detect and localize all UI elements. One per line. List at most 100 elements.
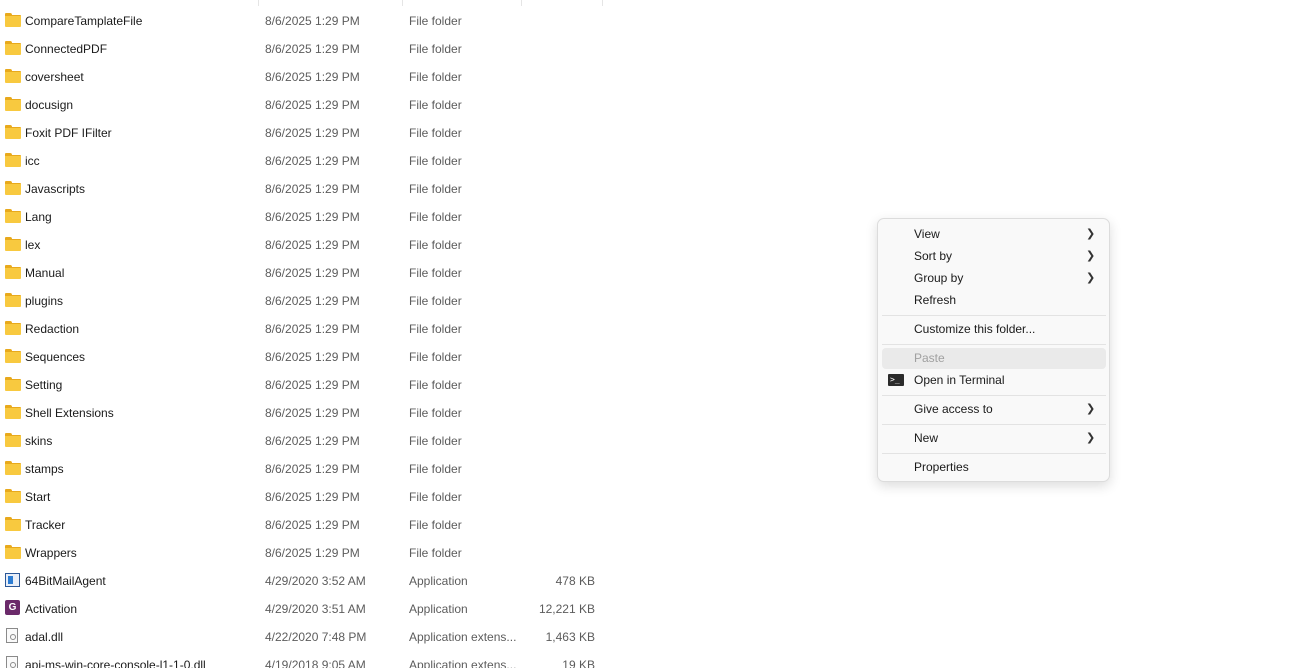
menu-item-properties[interactable]: Properties [882,457,1106,478]
menu-item-label: Paste [914,351,945,365]
file-row[interactable]: Redaction 8/6/2025 1:29 PM File folder [0,315,610,343]
menu-item-give-access[interactable]: Give access to ❯ [882,399,1106,420]
chevron-right-icon: ❯ [1086,432,1096,444]
dll-file-icon [5,628,21,643]
dll-file-icon [5,656,21,668]
folder-icon [5,13,21,27]
file-row[interactable]: icc 8/6/2025 1:29 PM File folder [0,147,610,175]
file-row[interactable]: adal.dll 4/22/2020 7:48 PM Application ext… [0,623,610,651]
context-menu: View ❯ Sort by ❯ Group by ❯ Refresh Cust… [877,218,1110,482]
file-date-modified: 8/6/2025 1:29 PM [265,14,360,28]
file-date-modified: 8/6/2025 1:29 PM [265,294,360,308]
folder-icon [5,517,21,531]
file-row[interactable]: CompareTamplateFile 8/6/2025 1:29 PM File … [0,7,610,35]
menu-item-refresh[interactable]: Refresh [882,290,1106,311]
file-type: File folder [409,350,462,364]
file-list: CompareTamplateFile 8/6/2025 1:29 PM File … [0,0,620,668]
menu-separator [882,344,1106,345]
file-row[interactable]: Wrappers 8/6/2025 1:29 PM File folder [0,539,610,567]
file-row[interactable]: coversheet 8/6/2025 1:29 PM File folder [0,63,610,91]
file-name: CompareTamplateFile [25,14,143,28]
folder-icon [5,153,21,167]
menu-item-view[interactable]: View ❯ [882,224,1106,245]
file-type: File folder [409,462,462,476]
file-name: Javascripts [25,182,86,196]
file-row[interactable]: Foxit PDF IFilter 8/6/2025 1:29 PM File fo… [0,119,610,147]
column-divider[interactable] [258,0,259,6]
folder-icon [5,545,21,559]
file-date-modified: 8/6/2025 1:29 PM [265,406,360,420]
file-row[interactable]: Javascripts 8/6/2025 1:29 PM File folder [0,175,610,203]
foxit-activation-icon: G [5,600,21,615]
column-divider[interactable] [602,0,603,6]
file-date-modified: 4/22/2020 7:48 PM [265,630,367,644]
file-name: icc [25,154,40,168]
file-row[interactable]: Manual 8/6/2025 1:29 PM File folder [0,259,610,287]
menu-item-label: Group by [914,271,964,285]
folder-icon [5,377,21,391]
file-row[interactable]: ConnectedPDF 8/6/2025 1:29 PM File folder [0,35,610,63]
file-date-modified: 8/6/2025 1:29 PM [265,266,360,280]
menu-item-label: Properties [914,460,969,474]
file-date-modified: 8/6/2025 1:29 PM [265,322,360,336]
menu-item-sort-by[interactable]: Sort by ❯ [882,246,1106,267]
file-size: 1,463 KB [545,630,595,644]
file-type: File folder [409,182,462,196]
menu-separator [882,424,1106,425]
folder-icon [5,265,21,279]
chevron-right-icon: ❯ [1086,272,1096,284]
file-row[interactable]: Shell Extensions 8/6/2025 1:29 PM File fol… [0,399,610,427]
file-name: Shell Extensions [25,406,114,420]
file-row[interactable]: Tracker 8/6/2025 1:29 PM File folder [0,511,610,539]
file-date-modified: 8/6/2025 1:29 PM [265,350,360,364]
file-row[interactable]: lex 8/6/2025 1:29 PM File folder [0,231,610,259]
file-name: docusign [25,98,74,112]
folder-icon [5,461,21,475]
file-name: Setting [25,378,63,392]
file-type: File folder [409,70,462,84]
file-type: Application [409,602,468,616]
menu-item-label: Refresh [914,293,957,307]
file-type: Application extens... [409,630,517,644]
menu-item-customize-folder[interactable]: Customize this folder... [882,319,1106,340]
application-icon [5,573,21,587]
file-row[interactable]: Start 8/6/2025 1:29 PM File folder [0,483,610,511]
file-name: plugins [25,294,64,308]
menu-item-open-in-terminal[interactable]: >_ Open in Terminal [882,370,1106,391]
menu-item-group-by[interactable]: Group by ❯ [882,268,1106,289]
menu-item-label: Customize this folder... [914,322,1036,336]
file-date-modified: 8/6/2025 1:29 PM [265,126,360,140]
chevron-right-icon: ❯ [1086,228,1096,240]
menu-separator [882,395,1106,396]
file-name: lex [25,238,41,252]
file-row[interactable]: skins 8/6/2025 1:29 PM File folder [0,427,610,455]
chevron-right-icon: ❯ [1086,403,1096,415]
file-name: Lang [25,210,52,224]
file-type: Application [409,574,468,588]
file-row[interactable]: 64BitMailAgent 4/29/2020 3:52 AM Applicati… [0,567,610,595]
file-row[interactable]: Sequences 8/6/2025 1:29 PM File folder [0,343,610,371]
file-row[interactable]: G Activation 4/29/2020 3:51 AM Application 1… [0,595,610,623]
file-row[interactable]: stamps 8/6/2025 1:29 PM File folder [0,455,610,483]
column-divider[interactable] [521,0,522,6]
file-row[interactable]: plugins 8/6/2025 1:29 PM File folder [0,287,610,315]
file-row[interactable]: docusign 8/6/2025 1:29 PM File folder [0,91,610,119]
file-name: coversheet [25,70,84,84]
file-row[interactable]: Lang 8/6/2025 1:29 PM File folder [0,203,610,231]
column-divider[interactable] [402,0,403,6]
file-type: File folder [409,322,462,336]
file-type: File folder [409,210,462,224]
file-name: Manual [25,266,65,280]
menu-item-new[interactable]: New ❯ [882,428,1106,449]
file-date-modified: 8/6/2025 1:29 PM [265,490,360,504]
file-date-modified: 8/6/2025 1:29 PM [265,546,360,560]
file-row[interactable]: Setting 8/6/2025 1:29 PM File folder [0,371,610,399]
file-row[interactable]: api-ms-win-core-console-l1-1-0.dll 4/19/2… [0,651,610,668]
file-name: Tracker [25,518,66,532]
folder-icon [5,69,21,83]
file-type: File folder [409,266,462,280]
file-name: Wrappers [25,546,77,560]
menu-item-label: Give access to [914,402,993,416]
file-type: File folder [409,490,462,504]
file-type: File folder [409,154,462,168]
